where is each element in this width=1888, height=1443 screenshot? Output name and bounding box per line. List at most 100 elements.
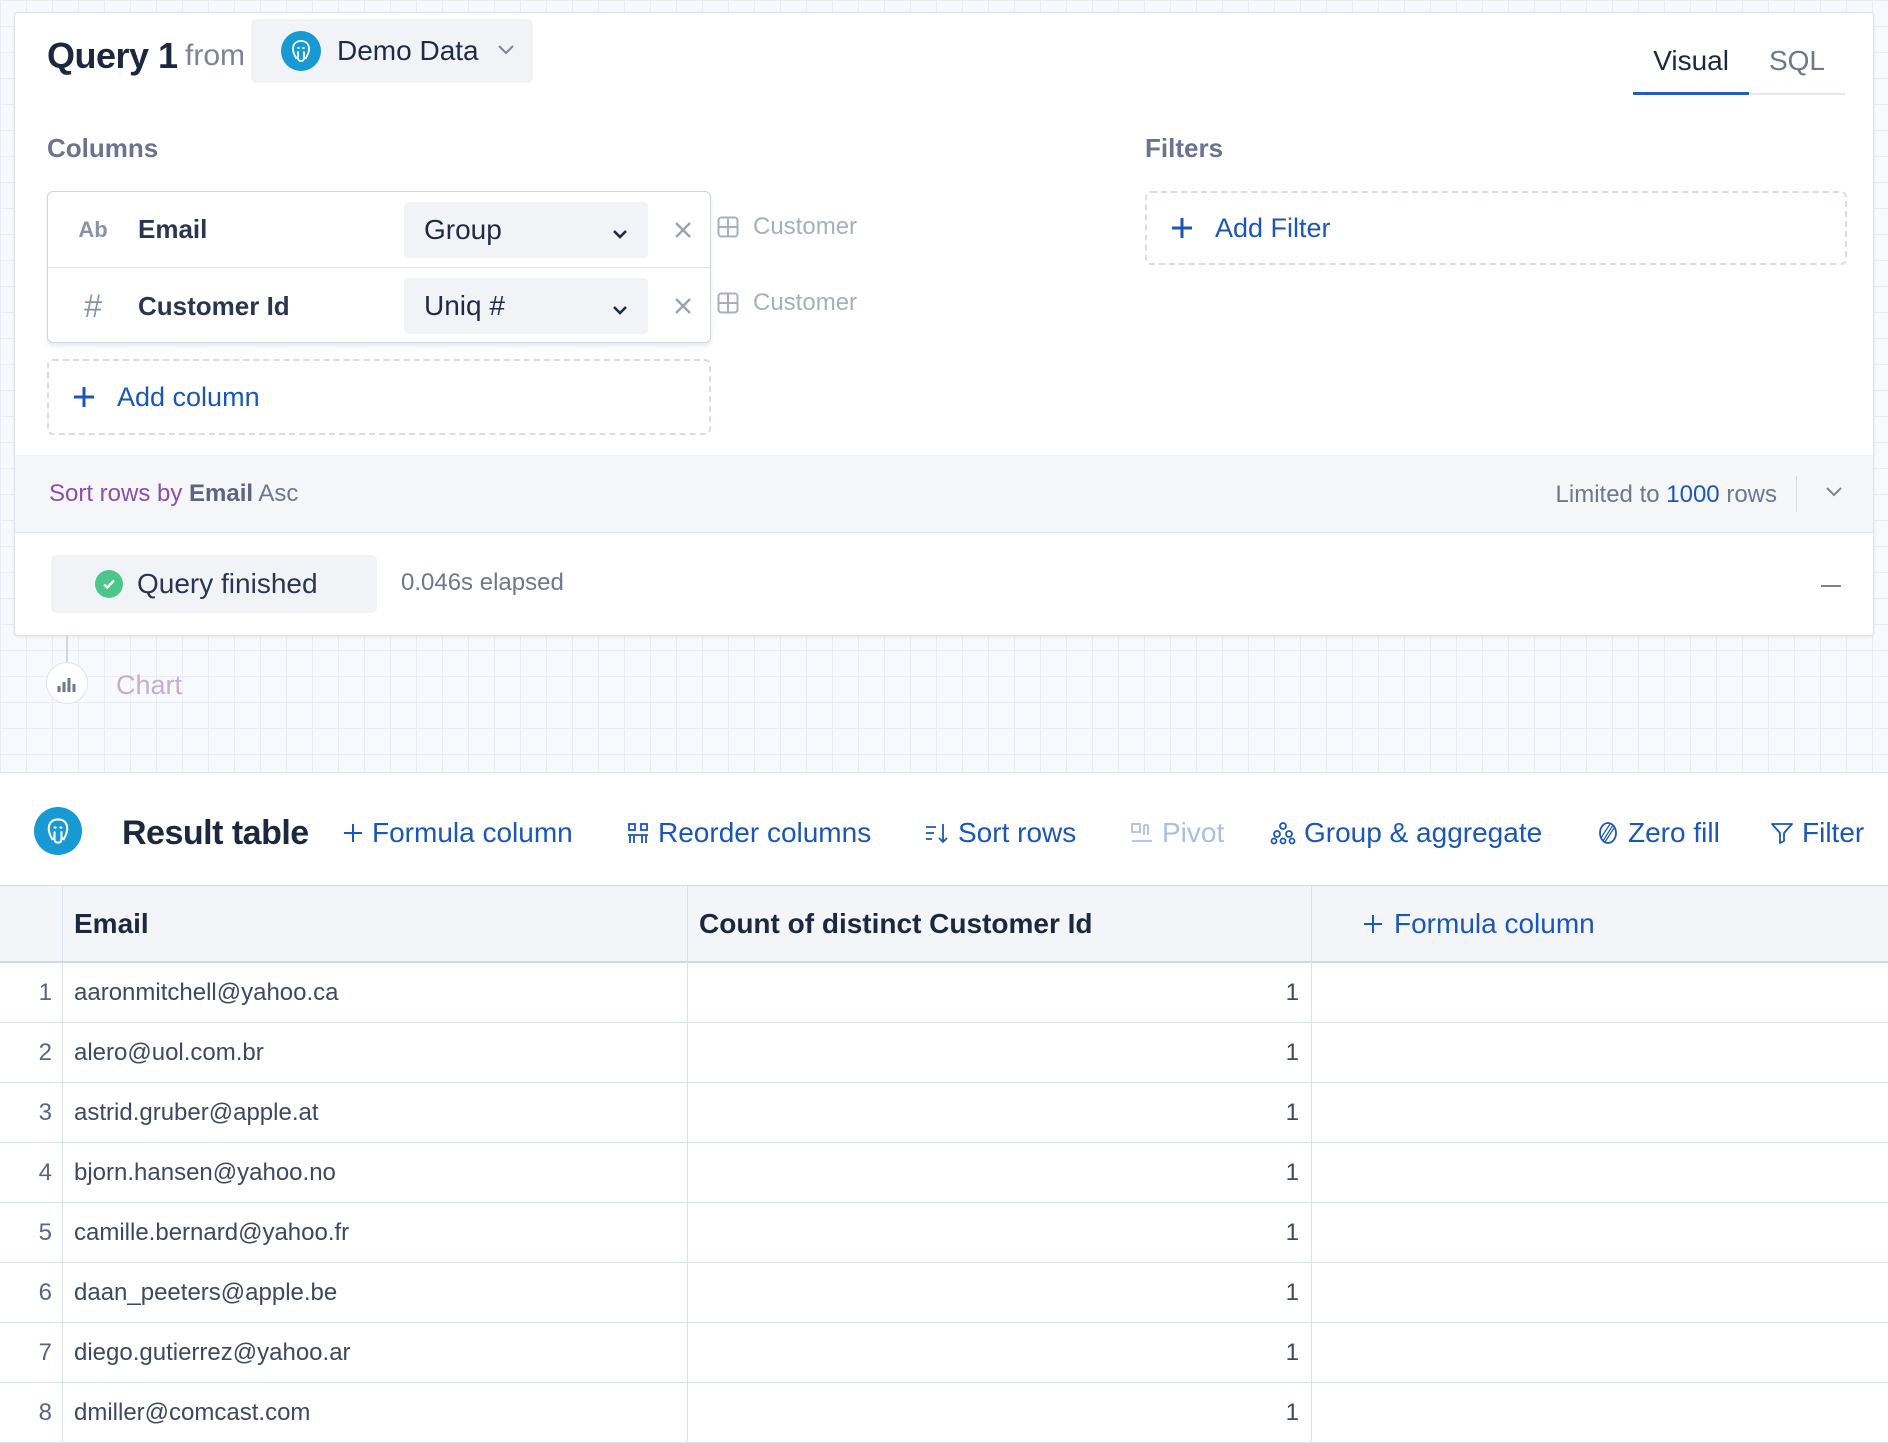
column-row-customer-id[interactable]: # Customer Id Uniq # [48,268,710,344]
result-grid: Email Count of distinct Customer Id Form… [0,885,1888,1443]
formula-cell [1312,1083,1888,1142]
filter-button[interactable]: Filter [1770,817,1864,849]
postgres-icon [281,31,321,71]
count-cell[interactable]: 1 [688,1203,1312,1262]
count-cell[interactable]: 1 [688,1383,1312,1442]
column-row-email[interactable]: Ab Email Group [48,192,710,268]
sort-field: Email [189,480,254,507]
column-header-email[interactable]: Email [63,886,688,961]
column-header-count[interactable]: Count of distinct Customer Id [688,886,1312,961]
aggregation-select[interactable]: Group [404,201,648,258]
divider [1796,476,1797,512]
number-type-icon: # [84,287,102,324]
row-index: 5 [0,1203,63,1262]
zero-fill-button[interactable]: Zero fill [1596,817,1720,849]
tab-visual[interactable]: Visual [1633,29,1749,95]
datasource-name: Demo Data [337,35,479,66]
chart-step-label[interactable]: Chart [116,670,182,701]
email-cell[interactable]: diego.gutierrez@yahoo.ar [63,1323,688,1382]
group-aggregate-button[interactable]: Group & aggregate [1270,817,1542,849]
table-row: 6 daan_peeters@apple.be 1 [0,1263,1888,1323]
query-title[interactable]: Query 1 [47,35,178,77]
sort-icon [926,824,948,844]
zero-fill-icon [1599,822,1617,844]
chevron-down-icon[interactable] [1825,484,1843,502]
table-icon [717,216,739,238]
sort-direction: Asc [258,480,299,507]
email-cell[interactable]: alero@uol.com.br [63,1023,688,1082]
row-index: 7 [0,1323,63,1382]
table-row: 3 astrid.gruber@apple.at 1 [0,1083,1888,1143]
elapsed-time: 0.046s elapsed [401,569,564,596]
remove-column-button[interactable] [668,291,698,321]
email-cell[interactable]: bjorn.hansen@yahoo.no [63,1143,688,1202]
filters-heading: Filters [1145,133,1224,163]
email-cell[interactable]: camille.bernard@yahoo.fr [63,1203,688,1262]
postgres-icon [34,807,82,855]
datasource-select[interactable]: Demo Data [251,19,533,83]
bar-chart-icon[interactable] [46,662,88,704]
plus-icon [1172,218,1192,238]
sort-limit-bar: Sort rows by Email Asc Limited to 1000 r… [15,455,1873,533]
columns-list: Ab Email Group # Customer Id Uniq # [47,191,711,343]
formula-cell [1312,1263,1888,1322]
query-panel: Query 1 from Demo Data Visual SQL Column… [14,12,1874,636]
count-cell[interactable]: 1 [688,1083,1312,1142]
count-cell[interactable]: 1 [688,963,1312,1022]
collapse-button[interactable] [1821,585,1841,587]
sort-rows-summary[interactable]: Sort rows by Email Asc [49,480,298,508]
group-icon [1270,822,1296,845]
column-name: Customer Id [138,290,290,321]
add-column-button[interactable]: Add column [47,359,711,435]
aggregation-value: Uniq # [424,290,505,321]
result-section: Result table Formula column Reorder colu… [0,772,1888,1443]
formula-cell [1312,963,1888,1022]
view-tabs: Visual SQL [1633,29,1845,95]
plus-icon [1364,914,1382,933]
aggregation-select[interactable]: Uniq # [404,278,648,334]
add-formula-column-header[interactable]: Formula column [1312,886,1888,961]
email-cell[interactable]: astrid.gruber@apple.at [63,1083,688,1142]
reorder-icon [628,823,648,843]
add-filter-button[interactable]: Add Filter [1145,191,1847,265]
email-cell[interactable]: daan_peeters@apple.be [63,1263,688,1322]
query-status-badge: Query finished [51,555,377,613]
column-name: Email [138,214,208,244]
email-cell[interactable]: aaronmitchell@yahoo.ca [63,963,688,1022]
pivot-icon [1131,823,1152,842]
table-icon [717,292,739,314]
formula-cell [1312,1023,1888,1082]
count-cell[interactable]: 1 [688,1023,1312,1082]
formula-cell [1312,1323,1888,1382]
count-cell[interactable]: 1 [688,1143,1312,1202]
count-cell[interactable]: 1 [688,1323,1312,1382]
from-label: from [185,39,245,72]
email-cell[interactable]: dmiller@comcast.com [63,1383,688,1442]
row-limit[interactable]: Limited to 1000 rows [1556,481,1777,509]
column-source-table: Customer [717,213,857,241]
aggregation-value: Group [424,213,502,245]
tab-sql[interactable]: SQL [1749,29,1845,93]
columns-heading: Columns [47,133,159,163]
sort-rows-button[interactable]: Sort rows [924,817,1076,849]
column-source-table: Customer [717,289,857,317]
row-index: 2 [0,1023,63,1082]
table-header-row: Email Count of distinct Customer Id Form… [0,885,1888,963]
pivot-button[interactable]: Pivot [1130,817,1224,849]
table-name: Customer [753,289,858,316]
table-row: 7 diego.gutierrez@yahoo.ar 1 [0,1323,1888,1383]
row-index: 3 [0,1083,63,1142]
count-cell[interactable]: 1 [688,1263,1312,1322]
row-index: 4 [0,1143,63,1202]
reorder-columns-button[interactable]: Reorder columns [626,817,871,849]
row-index: 1 [0,963,63,1022]
table-name: Customer [753,213,858,240]
formula-column-button[interactable]: Formula column [342,817,573,849]
remove-column-button[interactable] [668,215,698,245]
row-index: 8 [0,1383,63,1442]
table-row: 4 bjorn.hansen@yahoo.no 1 [0,1143,1888,1203]
row-index: 6 [0,1263,63,1322]
text-type-icon: Ab [78,216,108,242]
chevron-down-icon [497,42,515,60]
plus-icon [344,824,362,842]
